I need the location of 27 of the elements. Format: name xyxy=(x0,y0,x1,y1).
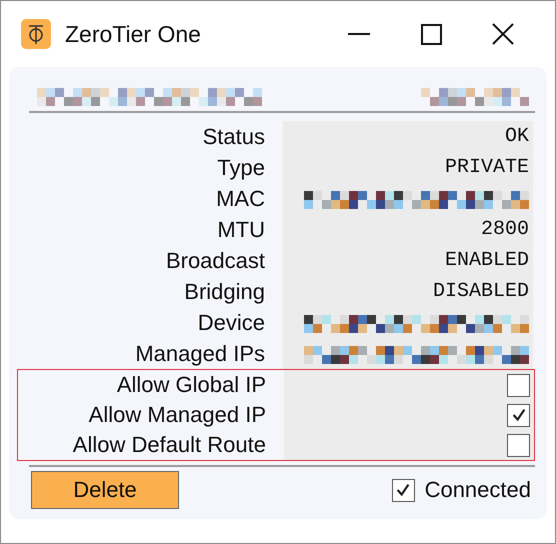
property-label: Status xyxy=(202,123,265,151)
checkbox[interactable] xyxy=(507,434,530,456)
app-logo-icon xyxy=(21,19,51,49)
checkbox[interactable] xyxy=(392,478,415,502)
property-value: OK xyxy=(504,125,529,148)
option-label: Allow Default Route xyxy=(72,431,266,459)
property-label: Managed IPs xyxy=(134,340,265,368)
maximize-icon[interactable] xyxy=(420,24,442,44)
checkbox[interactable] xyxy=(507,374,530,396)
property-value: 2800 xyxy=(480,218,529,241)
property-value: ENABLED xyxy=(444,249,529,272)
window-title: ZeroTier One xyxy=(65,20,202,48)
property-label: Device xyxy=(196,309,265,337)
delete-button[interactable]: Delete xyxy=(31,471,179,509)
close-icon[interactable] xyxy=(492,23,514,45)
connected-label: Connected xyxy=(424,477,531,503)
property-value: DISABLED xyxy=(432,280,529,303)
property-label: Type xyxy=(216,154,265,182)
property-label: Bridging xyxy=(183,278,265,306)
property-label: MAC xyxy=(215,185,265,213)
checkmark-icon xyxy=(394,481,412,499)
property-label: MTU xyxy=(216,216,265,244)
checkbox[interactable] xyxy=(507,404,530,426)
option-label: Allow Managed IP xyxy=(88,401,266,429)
option-label: Allow Global IP xyxy=(116,371,266,399)
property-value: PRIVATE xyxy=(444,156,529,179)
property-label: Broadcast xyxy=(164,247,265,275)
